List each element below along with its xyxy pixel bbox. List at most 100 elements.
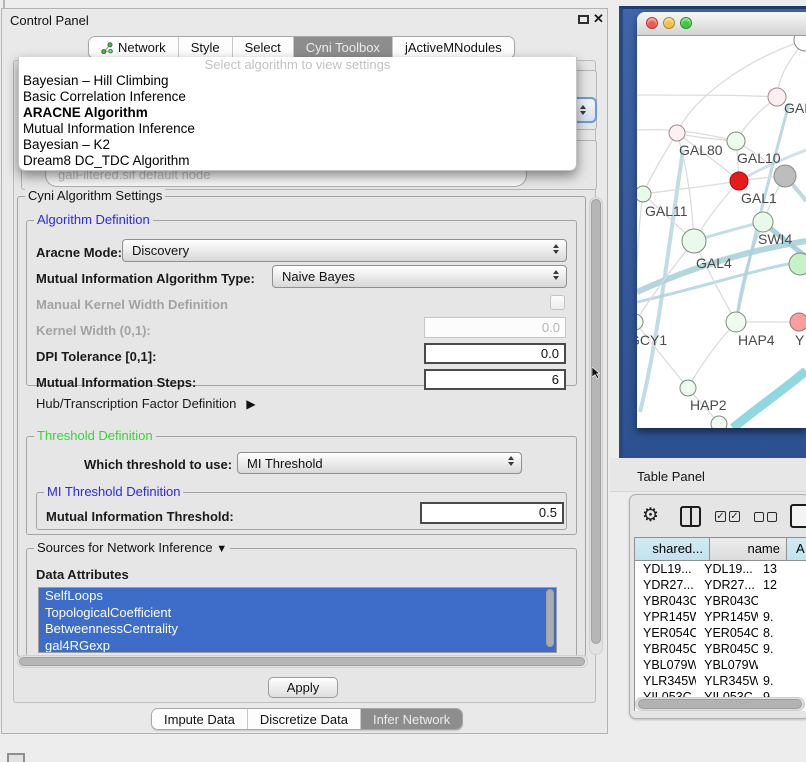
which-threshold-select[interactable]: MI Threshold	[237, 452, 522, 474]
column-layout-icon[interactable]	[680, 506, 701, 527]
attributes-vscrollbar-thumb[interactable]	[546, 589, 554, 647]
network-node-gal1[interactable]	[730, 172, 748, 190]
expand-right-icon[interactable]: ▶	[246, 397, 255, 411]
table-row[interactable]: YBR045CYBR045C9.	[635, 641, 806, 657]
new-table-icon[interactable]	[790, 504, 806, 528]
tab-network[interactable]: Network	[89, 37, 178, 58]
column-header-name[interactable]: name	[710, 537, 787, 561]
algorithm-option-dream8-dc-tdc-algorithm[interactable]: Dream8 DC_TDC Algorithm	[19, 153, 576, 169]
network-node[interactable]	[774, 165, 796, 187]
deselect-all-checkbox-icon[interactable]	[754, 512, 764, 522]
column-header-a[interactable]: A	[787, 537, 806, 561]
table-row[interactable]: YDL19...YDL19...13	[635, 561, 806, 577]
collapse-down-icon[interactable]: ▼	[216, 542, 227, 556]
settings-vscrollbar-thumb[interactable]	[591, 199, 601, 644]
spinner-icon	[580, 105, 586, 115]
mi-steps-input[interactable]: 6	[424, 369, 566, 390]
group-title: Threshold Definition	[34, 429, 156, 443]
algorithm-option-aracne-algorithm[interactable]: ARACNE Algorithm	[19, 105, 576, 121]
data-attributes-label: Data Attributes	[36, 567, 129, 582]
spinner-icon[interactable]	[508, 456, 514, 466]
network-node[interactable]	[711, 416, 727, 428]
tab-label: Impute Data	[164, 709, 235, 730]
table-row[interactable]: YLR345WYLR345W9.	[635, 673, 806, 689]
network-node-y[interactable]	[790, 313, 806, 331]
table-row[interactable]: YBL079WYBL079W	[635, 657, 806, 673]
network-canvas[interactable]: GALGAL80GAL10GAL1GAL11SWI4GAL4GCY1HAP4YH…	[637, 36, 806, 428]
manual-kernel-width-label: Manual Kernel Width Definition	[36, 297, 228, 312]
mouse-cursor	[592, 367, 602, 380]
network-node-hap4[interactable]	[726, 312, 746, 332]
close-traffic-light[interactable]	[646, 17, 658, 29]
minimized-panel-icon[interactable]	[7, 753, 25, 762]
close-icon[interactable]: ✕	[593, 11, 604, 27]
tab-impute-data[interactable]: Impute Data	[152, 709, 247, 729]
cell: 9.	[758, 609, 806, 625]
table-row[interactable]: YBR043CYBR043C	[635, 593, 806, 609]
tab-discretize-data[interactable]: Discretize Data	[247, 709, 360, 729]
zoom-traffic-light[interactable]	[680, 17, 692, 29]
table-hscrollbar-thumb[interactable]	[638, 699, 802, 709]
selected-value: MI Threshold	[247, 453, 323, 474]
table-header-row: shared...nameA	[634, 537, 806, 561]
data-attribute-gal4rgexp[interactable]: gal4RGexp	[39, 638, 556, 654]
cell: YBR045C	[635, 641, 696, 657]
deselect-all-checkbox-icon[interactable]	[767, 512, 777, 522]
dpi-tolerance-input[interactable]: 0.0	[424, 343, 566, 364]
aracne-mode-select[interactable]: Discovery	[122, 239, 567, 262]
network-node-gal11[interactable]	[637, 186, 651, 202]
algorithm-option-basic-correlation-inference[interactable]: Basic Correlation Inference	[19, 89, 576, 105]
table-row[interactable]: YER054CYER054C8.	[635, 625, 806, 641]
algorithm-option-bayesian-hill-climbing[interactable]: Bayesian – Hill Climbing	[19, 73, 576, 89]
manual-kernel-width-checkbox	[550, 295, 565, 310]
settings-hscrollbar-thumb[interactable]	[19, 657, 585, 666]
tab-jactivemnodules[interactable]: jActiveMNodules	[392, 37, 514, 58]
network-node-swi4[interactable]	[753, 212, 773, 232]
data-attributes-list: SelfLoopsTopologicalCoefficientBetweenne…	[38, 587, 557, 653]
apply-button[interactable]: Apply	[268, 677, 338, 698]
network-node-hap2[interactable]	[680, 380, 696, 396]
cyni-bottom-tabs: Impute Data Discretize DataInfer Network	[151, 708, 463, 730]
float-window-icon[interactable]	[578, 15, 589, 24]
algorithm-option-mutual-information-inference[interactable]: Mutual Information Inference	[19, 121, 576, 137]
spinner-icon[interactable]	[553, 270, 559, 280]
table-row[interactable]: YPR145WYPR145W9.	[635, 609, 806, 625]
mi-threshold-input[interactable]: 0.5	[420, 502, 564, 524]
cell: 8.	[758, 625, 806, 641]
tab-style[interactable]: Style	[178, 37, 232, 58]
select-all-checkbox-icon[interactable]: ✓	[729, 511, 740, 522]
data-attribute-betweennesscentrality[interactable]: BetweennessCentrality	[39, 621, 556, 638]
which-threshold-label: Which threshold to use:	[84, 457, 232, 472]
algorithm-option-bayesian-k2[interactable]: Bayesian – K2	[19, 137, 576, 153]
minimize-traffic-light[interactable]	[663, 17, 675, 29]
gear-icon[interactable]: ⚙	[642, 505, 659, 527]
data-attribute-selfloops[interactable]: SelfLoops	[39, 588, 556, 605]
cell: 9.	[758, 673, 806, 689]
tab-infer-network[interactable]: Infer Network	[360, 709, 462, 729]
node-label: GAL1	[741, 190, 777, 206]
table-row[interactable]: YDR27...YDR27...12	[635, 577, 806, 593]
spinner-icon[interactable]	[553, 244, 559, 254]
hub-transcription-expander[interactable]: Hub/Transcription Factor Definition ▶	[36, 396, 256, 411]
select-all-checkbox-icon[interactable]: ✓	[715, 511, 726, 522]
algorithm-dropdown-popup: Select algorithm to view settings Bayesi…	[18, 57, 577, 171]
network-node[interactable]	[789, 253, 806, 275]
data-attribute-topologicalcoefficient[interactable]: TopologicalCoefficient	[39, 605, 556, 622]
network-node-gal10[interactable]	[727, 132, 745, 150]
cell: 12	[758, 577, 806, 593]
column-header-shared[interactable]: shared...	[634, 537, 710, 561]
network-node-gal80[interactable]	[669, 125, 685, 141]
table-rows: YDL19...YDL19...13YDR27...YDR27...12YBR0…	[634, 561, 806, 711]
tab-select[interactable]: Select	[232, 37, 293, 58]
mi-algorithm-type-select[interactable]: Naive Bayes	[272, 265, 567, 288]
network-node[interactable]	[794, 36, 806, 51]
cell: 9.	[758, 641, 806, 657]
tab-cyni-toolbox[interactable]: Cyni Toolbox	[293, 37, 392, 58]
kernel-width-label: Kernel Width (0,1):	[36, 323, 151, 338]
network-node-gcy1[interactable]	[637, 314, 643, 330]
tab-label: jActiveMNodules	[405, 37, 502, 58]
cell: YER054C	[635, 625, 696, 641]
selected-value: Naive Bayes	[282, 266, 355, 287]
network-node-gal4[interactable]	[682, 229, 706, 253]
network-icon	[101, 42, 113, 54]
